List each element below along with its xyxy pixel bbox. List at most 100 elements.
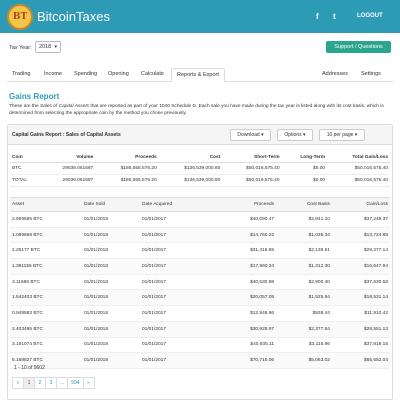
table-cell: $40,935.11 [218, 337, 277, 354]
column-header[interactable]: Asset [10, 197, 82, 212]
table-cell: $37,819.15 [331, 337, 390, 354]
table-cell: $30,928.97 [218, 321, 277, 338]
table-cell: $20,057.08 [218, 289, 277, 307]
column-header[interactable]: Proceeds [95, 153, 159, 163]
table-cell: 3.11686 BTC [10, 274, 82, 291]
table-cell: $2,139.51 [276, 242, 332, 260]
panel-title: Capital Gains Report : Sales of Capital … [12, 132, 121, 138]
table-row: 2.403495 BTC 01/01/2018 01/01/2017 $30,928.… [10, 321, 390, 338]
tab-opening[interactable]: Opening [108, 71, 129, 77]
tab-trading[interactable]: Trading [12, 71, 30, 77]
table-cell: 01/01/2018 [82, 242, 140, 260]
table-row: 1.089668 BTC 01/01/2018 01/01/2017 $14,760.… [10, 227, 390, 244]
caret-down-icon: ▾ [261, 132, 264, 138]
tab-addresses[interactable]: Addresses [322, 71, 348, 77]
column-header[interactable]: Gain/Loss [331, 197, 390, 212]
table-cell: 01/01/2017 [140, 352, 218, 369]
tax-year-select[interactable]: 2018 ▾ [35, 41, 61, 53]
table-cell: $2,900.40 [276, 274, 332, 291]
table-cell: $70,715.06 [218, 352, 277, 369]
caret-down-icon: ▾ [354, 132, 358, 138]
main-tabs: Trading Income Spending Opening Calculat… [7, 68, 393, 82]
facebook-icon[interactable]: f [316, 12, 319, 21]
table-cell: $40,090.47 [218, 211, 277, 228]
table-cell: $2,841.10 [276, 211, 332, 228]
top-navbar: BT BitcoinTaxes f t LOGOUT [0, 0, 400, 33]
page-button[interactable]: 994 [67, 377, 84, 389]
sales-detail-table: Asset Date Sold Date Acquired Proceeds C… [10, 197, 390, 369]
table-row: 0.948583 BTC 01/01/2018 01/01/2017 $12,848.… [10, 305, 390, 322]
column-header[interactable]: Date Sold [82, 197, 140, 212]
table-cell: $1,312.30 [276, 258, 332, 275]
bitcoin-taxes-logo-icon[interactable]: BT [7, 4, 33, 30]
brand-name[interactable]: BitcoinTaxes [37, 9, 110, 24]
logout-link[interactable]: LOGOUT [357, 13, 383, 19]
table-cell: 01/01/2018 [82, 289, 140, 307]
next-page-button[interactable]: » [82, 377, 95, 389]
table-cell: 01/01/2018 [82, 352, 140, 369]
table-cell: 0.948583 BTC [10, 305, 82, 322]
table-cell: $12,848.86 [218, 305, 277, 322]
table-cell: $13,724.88 [331, 227, 390, 244]
column-header[interactable]: Total Gain/Loss [327, 153, 390, 163]
table-cell: 01/01/2017 [140, 211, 218, 228]
table-row: 1.542403 BTC 01/01/2018 01/01/2017 $20,057.… [10, 289, 390, 307]
table-cell: $29,277.14 [331, 242, 390, 260]
column-header[interactable]: Date Acquired [140, 197, 218, 212]
column-header[interactable]: Cost Basis [276, 197, 332, 212]
summary-table: Coin Volume Proceeds Cost Short-Term Lon… [10, 153, 390, 187]
tab-settings[interactable]: Settings [361, 71, 381, 77]
twitter-icon[interactable]: t [333, 12, 336, 21]
tab-calculate[interactable]: Calculate [141, 71, 164, 77]
tab-income[interactable]: Income [44, 71, 62, 77]
column-header[interactable]: Cost [158, 153, 223, 163]
table-cell: $40,530.98 [218, 274, 277, 291]
table-cell: 2.403495 BTC [10, 321, 82, 338]
table-cell: $11,910.42 [331, 305, 390, 322]
tab-spending[interactable]: Spending [74, 71, 97, 77]
table-cell: $37,630.58 [331, 274, 390, 291]
table-cell: 1.381155 BTC [10, 258, 82, 275]
table-row: 1.381155 BTC 01/01/2018 01/01/2017 $17,960.… [10, 258, 390, 275]
column-header[interactable]: Proceeds [218, 197, 277, 212]
table-cell: 01/01/2017 [140, 258, 218, 275]
per-page-select[interactable]: 10 per page ▾ [319, 129, 365, 141]
table-cell: $3,115.96 [276, 337, 332, 354]
table-cell: 01/01/2017 [140, 274, 218, 291]
table-cell: 01/01/2017 [140, 337, 218, 354]
column-header[interactable]: Long-Term [281, 153, 328, 163]
pagination-info: 1 - 10 of 9602 [14, 365, 45, 371]
table-cell: 01/01/2018 [82, 305, 140, 322]
tab-reports-export[interactable]: Reports & Export [171, 68, 225, 82]
caret-down-icon: ▾ [303, 132, 306, 138]
column-header[interactable]: Short-Term [222, 153, 282, 163]
tax-year-value: 2018 [39, 44, 52, 50]
column-header[interactable]: Coin [10, 153, 41, 163]
table-cell: 01/01/2017 [140, 227, 218, 244]
column-header[interactable]: Volume [40, 153, 96, 163]
tax-year-label: Tax Year: [9, 45, 32, 51]
table-cell: $938.44 [276, 305, 332, 322]
table-cell: 01/01/2017 [140, 305, 218, 322]
table-row: 3.181074 BTC 01/01/2018 01/01/2017 $40,935.… [10, 337, 390, 354]
chevron-down-icon: ▾ [54, 44, 57, 50]
table-cell: $14,760.22 [218, 227, 277, 244]
pagination: «1 2 3... 994» [12, 377, 95, 389]
table-cell: $5,063.02 [276, 352, 332, 369]
report-description: These are the Sales of Capital Assets th… [9, 104, 384, 116]
summary-row: BTC 29036.061697 $186,555,576.20 $136,53… [10, 162, 390, 175]
table-cell: $65,652.04 [331, 352, 390, 369]
support-questions-button[interactable]: Support / Questions [326, 41, 391, 53]
table-cell: 01/01/2018 [82, 337, 140, 354]
gains-report-title: Gains Report [9, 92, 60, 101]
options-button[interactable]: Options ▾ [277, 129, 313, 141]
table-cell: $2,377.84 [276, 321, 332, 338]
table-cell: $28,551.13 [331, 321, 390, 338]
table-cell: 2.959685 BTC [10, 211, 82, 228]
download-button[interactable]: Download ▾ [230, 129, 271, 141]
table-cell: 01/01/2017 [140, 289, 218, 307]
description-emphasis: Sales of Capital Assets [39, 104, 90, 109]
table-row: 3.11686 BTC 01/01/2018 01/01/2017 $40,530.9… [10, 274, 390, 291]
table-cell: $18,531.14 [331, 289, 390, 307]
table-cell: $37,249.37 [331, 211, 390, 228]
